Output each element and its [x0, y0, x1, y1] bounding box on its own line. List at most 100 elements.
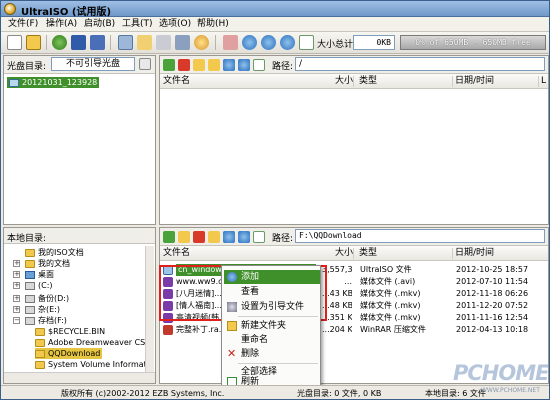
boot-properties-icon[interactable]	[139, 58, 151, 70]
tree-item-recycle-bin[interactable]: $RECYCLE.BIN	[35, 326, 105, 337]
ctx-set-boot[interactable]: 设置为引导文件	[224, 300, 320, 314]
tree-hscrollbar[interactable]	[4, 372, 155, 383]
capacity-meter[interactable]: 0% of 650MB - 650MB free	[400, 35, 546, 50]
new-icon[interactable]	[7, 35, 22, 50]
ctx-new-folder[interactable]: 新建文件夹	[224, 319, 320, 333]
local-path-field[interactable]: F:\QQDownload	[295, 229, 545, 243]
expand-icon[interactable]: +	[13, 306, 20, 313]
tree-item-my-documents[interactable]: 我的文档	[25, 258, 70, 269]
convert-icon[interactable]	[175, 35, 190, 50]
compress-icon[interactable]	[156, 35, 171, 50]
refresh-icon[interactable]	[253, 59, 265, 71]
col-name[interactable]: 文件名	[163, 74, 190, 89]
image-dir-label: 光盘目录:	[7, 62, 47, 72]
tree-scrollbar[interactable]	[145, 246, 154, 372]
add-icon	[227, 272, 237, 282]
add-folder-icon[interactable]	[208, 59, 220, 71]
tree-item-drive-d[interactable]: 备份(D:)	[25, 293, 69, 304]
local-tree-pane: 本地目录: 我的ISO文档 + 我的文档 + 桌面 + (C:) + 备份(D:…	[3, 227, 156, 384]
collapse-icon[interactable]: −	[13, 317, 20, 324]
tree-item-drive-c[interactable]: (C:)	[25, 280, 53, 291]
burn-icon[interactable]	[194, 35, 209, 50]
col-extra[interactable]: L	[541, 74, 546, 89]
menu-boot[interactable]: 启动(B)	[83, 18, 116, 31]
boot-status-field[interactable]: 不可引导光盘	[51, 57, 135, 71]
add-folder-icon[interactable]	[208, 231, 220, 243]
col-size[interactable]: 大小	[335, 74, 353, 89]
mount-icon[interactable]	[118, 35, 133, 50]
file-type: 媒体文件 (.mkv)	[360, 313, 421, 322]
tree-label: (C:)	[38, 281, 53, 290]
up-arrow-icon[interactable]	[163, 59, 175, 71]
col-date[interactable]: 日期/时间	[455, 74, 494, 89]
up-arrow-icon[interactable]	[163, 231, 175, 243]
delete-icon[interactable]	[178, 59, 190, 71]
open-folder-icon[interactable]	[26, 35, 41, 50]
expand-icon[interactable]: +	[13, 295, 20, 302]
image-tree-pane: 光盘目录: 不可引导光盘 20121031_123928	[3, 55, 156, 225]
about-icon[interactable]	[280, 35, 295, 50]
new-folder-icon[interactable]	[193, 59, 205, 71]
image-file-pane: 路径: / 文件名 大小 类型 日期/时间 L	[159, 55, 549, 225]
image-root-node[interactable]: 20121031_123928	[7, 77, 100, 88]
tree-item-qqdownload[interactable]: QQDownload	[35, 348, 103, 359]
ctx-rename[interactable]: 重命名	[224, 333, 320, 347]
tree-item-dreamweaver[interactable]: Adobe Dreamweaver CS3	[35, 337, 150, 348]
image-file-columns: 文件名 大小 类型 日期/时间 L	[160, 74, 548, 89]
menu-file[interactable]: 文件(F)	[7, 18, 39, 31]
tree-item-my-iso[interactable]: 我的ISO文档	[25, 247, 84, 258]
file-date: 2011-11-16 12:54	[456, 313, 529, 322]
tree-item-system-volume[interactable]: System Volume Informat	[35, 359, 147, 370]
ctx-delete[interactable]: ✕ 删除	[224, 347, 320, 361]
delete-icon[interactable]	[193, 231, 205, 243]
folder-icon	[35, 349, 45, 358]
new-folder-icon[interactable]	[178, 231, 190, 243]
tree-label: QQDownload	[48, 349, 101, 358]
expand-icon[interactable]: +	[13, 260, 20, 267]
gear-icon[interactable]	[223, 231, 235, 243]
save-as-icon[interactable]	[90, 35, 105, 50]
menu-options[interactable]: 选项(O)	[158, 18, 192, 31]
expand-icon[interactable]: +	[13, 271, 20, 278]
expand-icon[interactable]: +	[13, 282, 20, 289]
file-date: 2012-07-10 11:54	[456, 277, 529, 286]
menu-tools[interactable]: 工具(T)	[121, 18, 154, 31]
save-icon[interactable]	[71, 35, 86, 50]
boot-icon[interactable]	[238, 59, 250, 71]
rar-file-icon	[163, 325, 173, 335]
file-type: UltraISO 文件	[360, 265, 412, 274]
menu-actions[interactable]: 操作(A)	[45, 18, 78, 31]
tree-item-drive-f[interactable]: 存档(F:)	[25, 315, 67, 326]
properties-icon[interactable]	[137, 35, 152, 50]
col-date[interactable]: 日期/时间	[455, 246, 494, 261]
drive-icon	[25, 281, 35, 290]
col-size[interactable]: 大小	[335, 246, 353, 261]
gear-icon	[227, 302, 237, 312]
folder-icon	[25, 259, 35, 268]
file-row[interactable]: 完整补丁.ra... ...204 KB WinRAR 压缩文件 2012-04…	[162, 324, 546, 336]
status-image-summary: 光盘目录: 0 文件, 0 KB	[297, 389, 382, 398]
refresh-icon[interactable]	[253, 231, 265, 243]
col-type[interactable]: 类型	[359, 74, 377, 89]
ctx-label: 查看	[241, 287, 260, 297]
exit-icon[interactable]	[223, 35, 238, 50]
title-bar[interactable]: UltraISO (试用版)	[1, 1, 549, 18]
ctx-label: 添加	[241, 272, 260, 282]
folder-icon	[25, 248, 35, 257]
image-path-field[interactable]: /	[295, 57, 545, 71]
tree-label: $RECYCLE.BIN	[48, 327, 106, 336]
boot-icon[interactable]	[238, 231, 250, 243]
extract-icon[interactable]	[52, 35, 67, 50]
tree-item-drive-e[interactable]: 杂(E:)	[25, 304, 60, 315]
ctx-add[interactable]: 添加	[224, 270, 320, 284]
col-name[interactable]: 文件名	[163, 246, 190, 261]
options-icon[interactable]	[242, 35, 257, 50]
menu-help[interactable]: 帮助(H)	[196, 18, 230, 31]
col-type[interactable]: 类型	[359, 246, 377, 261]
ctx-view[interactable]: 查看	[224, 285, 320, 299]
help-icon[interactable]	[261, 35, 276, 50]
desktop-icon	[25, 270, 35, 279]
register-icon[interactable]	[299, 35, 314, 50]
gear-icon[interactable]	[223, 59, 235, 71]
tree-item-desktop[interactable]: 桌面	[25, 269, 54, 280]
